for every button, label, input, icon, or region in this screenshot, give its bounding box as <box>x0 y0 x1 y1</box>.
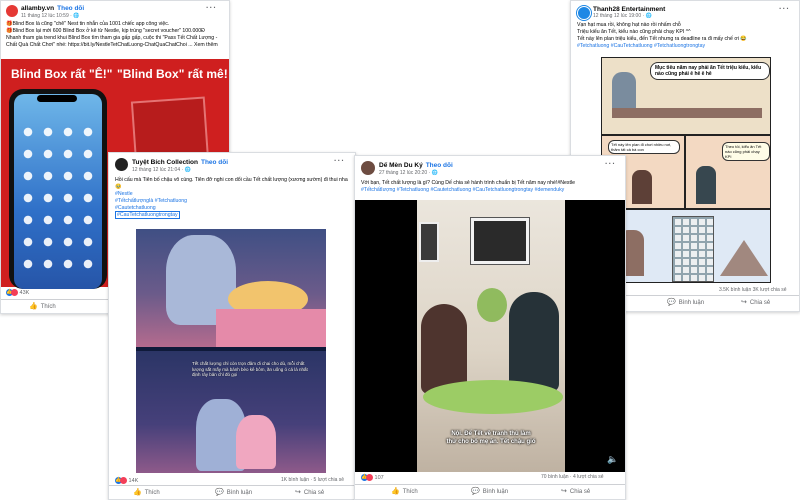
share-button[interactable]: ↪ Chia sẻ <box>561 487 590 495</box>
post-timestamp[interactable]: 27 tháng 12 lúc 20:20 · 🌐 <box>379 170 438 176</box>
hashtag[interactable]: #Nestle <box>115 191 349 198</box>
image-caption: Tết chất lượng chỉ còn trọn đâm đi chai … <box>192 361 308 377</box>
video-player[interactable]: Nội. Để Tết về tranh thủ làm thử cho bố … <box>355 200 625 472</box>
volume-icon[interactable]: 🔈 <box>607 454 618 465</box>
avatar[interactable] <box>361 161 375 175</box>
man-figure <box>509 292 559 392</box>
hashtag[interactable]: #TếtchấtlượngIà #Tetchatluong <box>115 198 349 205</box>
post-image-comic[interactable]: Mục tiêu năm nay phải ăn Tết triệu kiểu,… <box>601 57 771 283</box>
comment-share-count[interactable]: 1K bình luận · 5 lượt chia sẻ <box>281 477 344 483</box>
post-card-de-men-du-ky: Dế Mèn Du Ký Theo dõi 27 tháng 12 lúc 20:… <box>354 155 626 500</box>
thumbs-up-icon: 👍 <box>133 489 142 496</box>
wall-picture-frame-small <box>419 222 439 262</box>
share-icon: ↪ <box>561 488 567 495</box>
banner-left-text: Blind Box rất "Ê!" <box>11 67 113 81</box>
reaction-count[interactable]: 👍 14K <box>115 477 138 484</box>
post-text: Với bạn, Tết chất lượng là gì? Cùng Dế c… <box>361 180 575 193</box>
speech-bubble: Tết này lên plan đi chơi nhiều nơi, thăm… <box>608 140 680 154</box>
post-timestamp[interactable]: 12 tháng 12 lúc 19:00 · 🌐 <box>593 13 652 19</box>
love-reaction-icon <box>120 477 127 484</box>
wall-picture-frame <box>471 218 529 264</box>
more-options-icon[interactable]: ··· <box>334 156 345 165</box>
like-button[interactable]: 👍 Thích <box>133 488 160 496</box>
mountain-illustration <box>720 240 768 276</box>
video-frame: Nội. Để Tết về tranh thủ làm thử cho bố … <box>417 200 565 472</box>
share-icon: ↪ <box>295 489 301 496</box>
food-platter <box>423 380 563 414</box>
comment-share-count[interactable]: 70 bình luận · 4 lượt chia sẻ <box>541 474 604 480</box>
avatar[interactable] <box>115 158 128 171</box>
post-text: Hồi cấu mà Tiên bố chậu vô cùng. Tiên đỡ… <box>115 177 349 219</box>
post-timestamp[interactable]: 12 tháng 12 lúc 21:04 · 🌐 <box>132 167 191 173</box>
video-subtitle: Nội. Để Tết về tranh thủ làm thử cho bố … <box>446 431 536 445</box>
share-button[interactable]: ↪ Chia sẻ <box>741 298 770 306</box>
cartoon-panel-bottom: Tết chất lượng chỉ còn trọn đâm đi chai … <box>136 351 326 473</box>
follow-button[interactable]: Theo dõi <box>57 5 84 12</box>
post-text: 🎁Blind Box là cũng "chê" Nest tin nhắn c… <box>6 21 218 48</box>
woman-figure <box>421 304 467 394</box>
share-icon: ↪ <box>741 299 747 306</box>
building-illustration <box>672 216 714 282</box>
more-options-icon[interactable]: ··· <box>779 4 790 13</box>
comment-share-count[interactable]: 3.5K bình luận 3K lượt chia sẻ <box>719 287 787 293</box>
speech-bubble: Theo tôi, kiểu ăn Tết nào cũng phải chạy… <box>722 142 770 161</box>
thumbs-up-icon: 👍 <box>391 488 400 495</box>
speech-bubble: Mục tiêu năm nay phải ăn Tết triệu kiểu,… <box>650 62 770 80</box>
comment-icon: 💬 <box>667 299 676 306</box>
comment-icon: 💬 <box>215 489 224 496</box>
post-text: Vạn hạt mua rồi, không hạt nào rồi nhấm … <box>577 22 747 49</box>
love-reaction-icon <box>366 474 373 481</box>
like-button[interactable]: 👍 Thích <box>391 487 418 495</box>
cartoon-panel-top <box>136 229 326 347</box>
reaction-count[interactable]: 👍 107 <box>361 474 384 481</box>
comic-panel-1: Mục tiêu năm nay phải ăn Tết triệu kiểu,… <box>601 57 771 135</box>
plant-illustration <box>477 288 507 322</box>
cinderella-illustration <box>236 415 276 469</box>
banner-right-text: "Blind Box" rất mê! <box>117 67 228 81</box>
share-button[interactable]: ↪ Chia sẻ <box>295 488 324 496</box>
post-image-cartoon[interactable]: Tết chất lượng chỉ còn trọn đâm đi chai … <box>136 229 326 473</box>
meeting-table <box>612 108 762 118</box>
follow-button[interactable]: Theo dõi <box>426 162 453 169</box>
comment-button[interactable]: 💬 Bình luận <box>667 298 704 306</box>
phone-illustration <box>9 89 107 289</box>
avatar[interactable] <box>577 6 591 20</box>
follow-button[interactable]: Theo dõi <box>201 159 228 166</box>
more-options-icon[interactable]: ··· <box>605 159 616 168</box>
author-name[interactable]: Dế Mèn Du Ký Theo dõi <box>379 162 453 169</box>
comment-icon: 💬 <box>471 488 480 495</box>
comment-button[interactable]: 💬 Bình luận <box>215 488 252 496</box>
love-reaction-icon <box>11 289 18 296</box>
reaction-count[interactable]: 👍 43K <box>6 289 29 296</box>
comic-panel-3: Theo tôi, kiểu ăn Tết nào cũng phải chạy… <box>685 135 771 209</box>
author-name[interactable]: Tuyệt Bích Collection Theo dõi <box>132 159 228 166</box>
hashtag-highlighted[interactable]: #CauTetchatluongtrongtay <box>115 211 180 219</box>
author-name[interactable]: Thanh28 Entertainment <box>593 6 665 13</box>
thumbs-up-icon: 👍 <box>29 303 38 310</box>
post-timestamp[interactable]: 11 tháng 12 lúc 10:59 · 🌐 <box>21 13 79 19</box>
post-card-tuyet-bich: Tuyệt Bích Collection Theo dõi 12 tháng 1… <box>108 152 356 500</box>
comment-button[interactable]: 💬 Bình luận <box>471 487 508 495</box>
more-options-icon[interactable]: ··· <box>206 3 217 12</box>
comic-panel-4 <box>601 209 771 283</box>
avatar[interactable] <box>6 5 18 17</box>
like-button[interactable]: 👍 Thích <box>29 302 56 310</box>
author-name[interactable]: allamby.vn Theo dõi <box>21 5 84 12</box>
character-boss <box>612 72 636 112</box>
